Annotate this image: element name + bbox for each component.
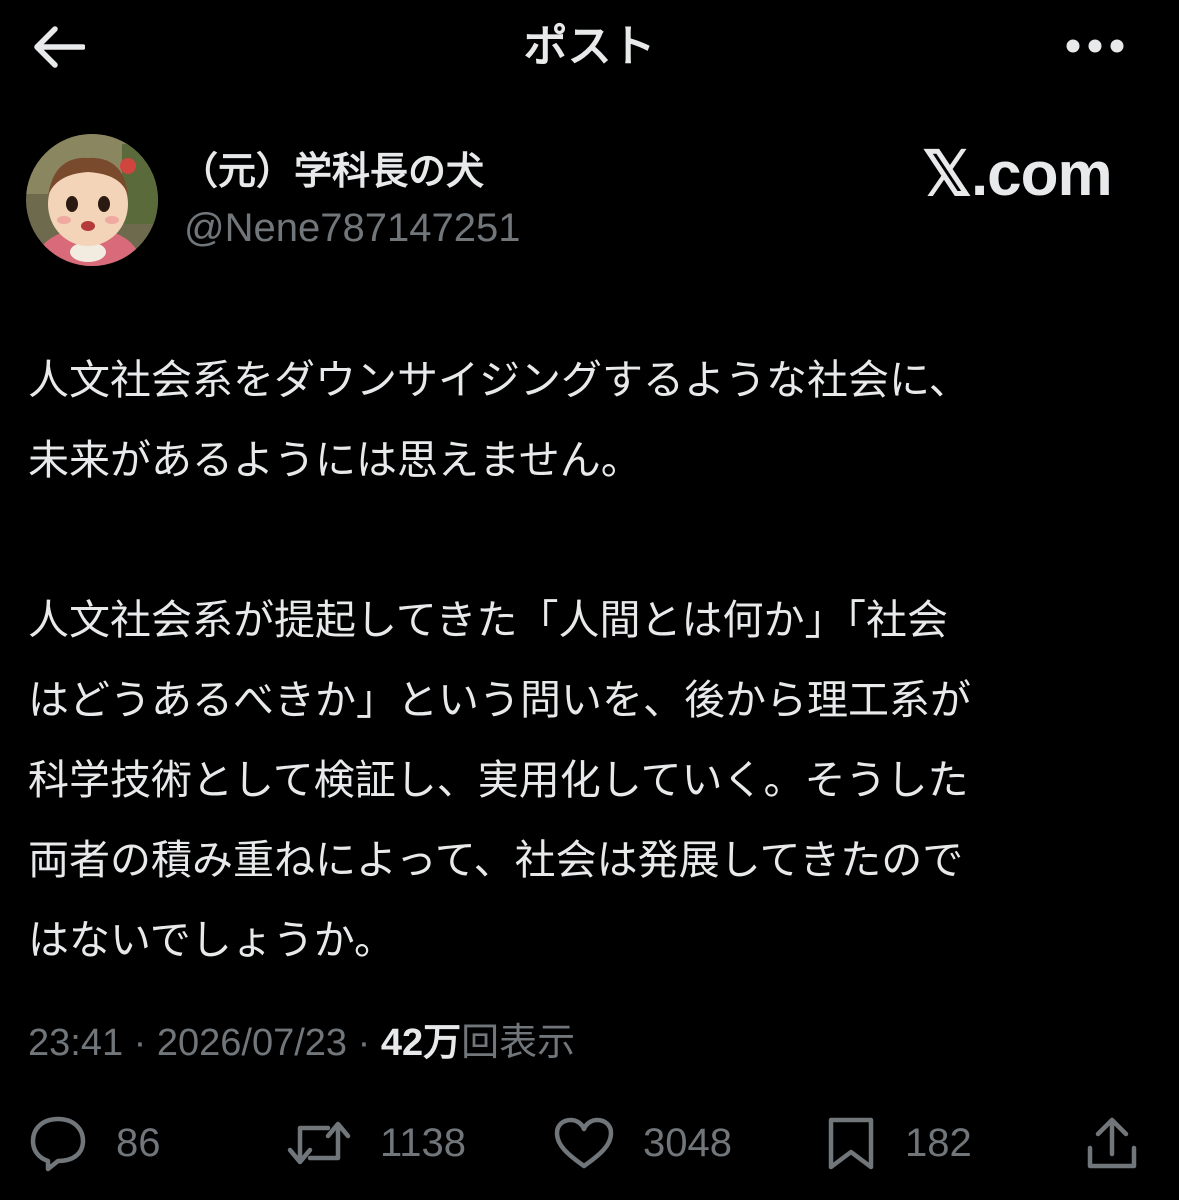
post-line: はないでしょうか。 (28, 916, 395, 964)
author-display-name[interactable]: （元）学科長の犬 (180, 146, 484, 196)
repost-button[interactable]: 1138 (286, 1108, 466, 1178)
like-button[interactable]: 3048 (553, 1108, 732, 1178)
reply-button[interactable]: 86 (28, 1108, 161, 1178)
heart-icon (553, 1116, 615, 1170)
watermark: 𝕏.com (922, 140, 1113, 209)
post-line: はどうあるべきか」という問いを、後から理工系が (28, 676, 971, 724)
share-icon (1084, 1114, 1140, 1172)
avatar-image (26, 134, 158, 266)
page-title: ポスト (523, 21, 656, 72)
post-line: 科学技術として検証し、実用化していく。そうした (28, 756, 969, 804)
meta-separator: · (123, 1022, 157, 1064)
bookmark-button[interactable]: 182 (825, 1108, 972, 1178)
bookmark-icon (825, 1114, 877, 1172)
post-body: 人文社会系をダウンサイジングするような社会に、 未来があるようには思えません。 … (28, 340, 1138, 980)
post-date[interactable]: 2026/07/23 (157, 1022, 347, 1064)
more-horizontal-icon (1066, 39, 1124, 53)
post-line: 人文社会系をダウンサイジングするような社会に、 (28, 356, 970, 404)
post-meta: 23:41 · 2026/07/23 · 42万回表示 (28, 1015, 575, 1071)
watermark-text: 𝕏.com (922, 140, 1113, 209)
action-bar: 86 1138 3048 182 (0, 1108, 1179, 1178)
top-bar: ポスト (0, 0, 1179, 95)
share-button[interactable] (1084, 1108, 1140, 1178)
views-count[interactable]: 42万 (381, 1022, 461, 1064)
post-line: 両者の積み重ねによって、社会は発展してきたので (28, 836, 964, 884)
more-button[interactable] (1059, 26, 1131, 66)
repost-count: 1138 (380, 1121, 467, 1165)
post-line: 人文社会系が提起してきた「人間とは何か」「社会 (28, 596, 949, 644)
post-time[interactable]: 23:41 (28, 1022, 123, 1064)
post-line: 未来があるようには思えません。 (28, 436, 642, 484)
bookmark-count: 182 (905, 1121, 972, 1165)
avatar[interactable] (26, 134, 158, 266)
reply-icon (28, 1114, 88, 1172)
views-label: 回表示 (461, 1022, 576, 1064)
like-count: 3048 (643, 1121, 732, 1165)
repost-icon (286, 1116, 352, 1170)
author-handle[interactable]: @Nene787147251 (184, 203, 520, 253)
reply-count: 86 (116, 1121, 161, 1165)
meta-separator: · (347, 1022, 381, 1064)
